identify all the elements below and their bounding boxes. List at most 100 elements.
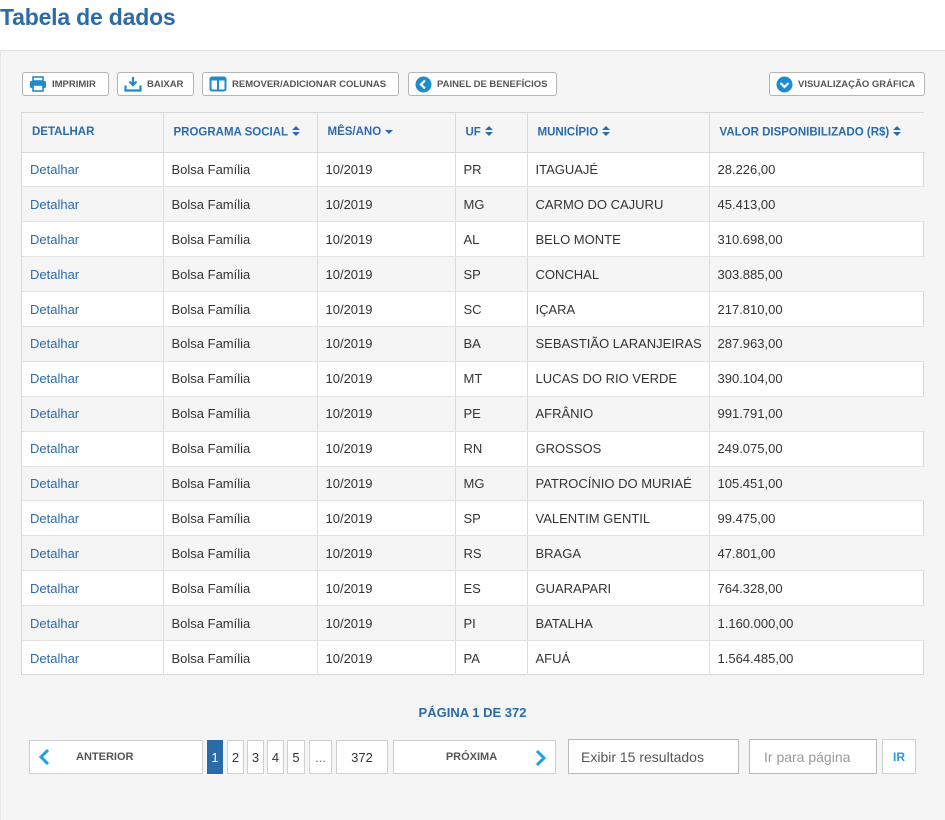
- next-page-button[interactable]: PRÓXIMA: [393, 740, 556, 774]
- municipality-cell: BRAGA: [527, 535, 710, 572]
- amount-cell: 310.698,00: [709, 221, 925, 258]
- go-to-page-field[interactable]: [749, 739, 877, 774]
- page-button-4[interactable]: 4: [267, 740, 284, 774]
- page-button-2[interactable]: 2: [227, 740, 244, 774]
- detail-link[interactable]: Detalhar: [22, 605, 164, 641]
- detail-link[interactable]: Detalhar: [22, 570, 164, 607]
- month-year-cell: 10/2019: [317, 221, 456, 258]
- amount-cell: 991.791,00: [709, 396, 925, 432]
- month-year-cell: 10/2019: [317, 361, 456, 397]
- month-year-cell: 10/2019: [317, 431, 456, 467]
- municipality-cell: IÇARA: [527, 291, 710, 327]
- amount-cell: 390.104,00: [709, 361, 925, 397]
- program-cell: Bolsa Família: [163, 152, 318, 188]
- table-row: Detalhar Bolsa Família 10/2019 PI BATALHA 1.1…: [22, 605, 925, 641]
- state-cell: BA: [455, 326, 528, 362]
- go-to-page-button[interactable]: IR: [882, 739, 916, 774]
- detail-link[interactable]: Detalhar: [22, 431, 164, 467]
- municipality-cell: GROSSOS: [527, 431, 710, 467]
- chevron-right-icon: [535, 749, 547, 767]
- municipality-cell: LUCAS DO RIO VERDE: [527, 361, 710, 397]
- page-title: Tabela de dados: [0, 4, 176, 30]
- month-year-cell: 10/2019: [317, 152, 456, 188]
- amount-cell: 249.075,00: [709, 431, 925, 467]
- download-icon: [124, 76, 142, 92]
- chart-view-button[interactable]: VISUALIZAÇÃO GRÁFICA: [769, 72, 925, 96]
- detail-link[interactable]: Detalhar: [22, 396, 164, 432]
- columns-icon: [209, 76, 227, 92]
- state-cell: AL: [455, 221, 528, 258]
- program-cell: Bolsa Família: [163, 186, 318, 223]
- table-row: Detalhar Bolsa Família 10/2019 MG PATROCÍNIO…: [22, 466, 925, 502]
- program-cell: Bolsa Família: [163, 570, 318, 607]
- download-button[interactable]: BAIXAR: [117, 72, 194, 96]
- column-header-uf[interactable]: UF: [455, 113, 528, 153]
- go-to-page-input[interactable]: [762, 747, 864, 766]
- column-header-valor[interactable]: VALOR DISPONIBILIZADO (R$): [709, 113, 925, 153]
- previous-page-button[interactable]: ANTERIOR: [29, 740, 203, 774]
- state-cell: PI: [455, 605, 528, 641]
- table-row: Detalhar Bolsa Família 10/2019 ES GUARAPARI 7…: [22, 570, 925, 607]
- amount-cell: 28.226,00: [709, 152, 925, 188]
- page-button-5[interactable]: 5: [287, 740, 305, 774]
- amount-cell: 1.160.000,00: [709, 605, 925, 641]
- sort-icon: [893, 125, 902, 139]
- month-year-cell: 10/2019: [317, 535, 456, 572]
- table-row: Detalhar Bolsa Família 10/2019 SP VALENTIM G…: [22, 500, 925, 537]
- state-cell: PE: [455, 396, 528, 432]
- column-header-mes-ano[interactable]: MÊS/ANO: [317, 113, 456, 153]
- chevron-down-circle-icon: [776, 76, 793, 93]
- program-cell: Bolsa Família: [163, 361, 318, 397]
- table-row: Detalhar Bolsa Família 10/2019 SP CONCHAL 303…: [22, 256, 925, 293]
- state-cell: MG: [455, 466, 528, 502]
- detail-link[interactable]: Detalhar: [22, 466, 164, 502]
- program-cell: Bolsa Família: [163, 466, 318, 502]
- toggle-columns-button[interactable]: REMOVER/ADICIONAR COLUNAS: [202, 72, 399, 96]
- month-year-cell: 10/2019: [317, 396, 456, 432]
- detail-link[interactable]: Detalhar: [22, 361, 164, 397]
- amount-cell: 303.885,00: [709, 256, 925, 293]
- page-button-1[interactable]: 1: [207, 740, 223, 774]
- table-row: Detalhar Bolsa Família 10/2019 BA SEBASTIÃO …: [22, 326, 925, 362]
- municipality-cell: ITAGUAJÉ: [527, 152, 710, 188]
- month-year-cell: 10/2019: [317, 640, 456, 676]
- print-button[interactable]: IMPRIMIR: [22, 72, 109, 96]
- detail-link[interactable]: Detalhar: [22, 256, 164, 293]
- detail-link[interactable]: Detalhar: [22, 500, 164, 537]
- state-cell: PR: [455, 152, 528, 188]
- table-row: Detalhar Bolsa Família 10/2019 PE AFRÂNIO 991…: [22, 396, 925, 432]
- municipality-cell: CONCHAL: [527, 256, 710, 293]
- detail-link[interactable]: Detalhar: [22, 186, 164, 223]
- benefits-panel-button[interactable]: PAINEL DE BENEFÍCIOS: [408, 72, 557, 96]
- data-table: DETALHAR PROGRAMA SOCIAL MÊS/ANO UF MUNI…: [21, 112, 925, 676]
- detail-link[interactable]: Detalhar: [22, 640, 164, 676]
- toggle-columns-label: REMOVER/ADICIONAR COLUNAS: [232, 78, 387, 90]
- detail-link[interactable]: Detalhar: [22, 291, 164, 327]
- table-row: Detalhar Bolsa Família 10/2019 MG CARMO DO C…: [22, 186, 925, 223]
- detail-link[interactable]: Detalhar: [22, 152, 164, 188]
- table-row: Detalhar Bolsa Família 10/2019 MT LUCAS DO R…: [22, 361, 925, 397]
- column-header-detalhar: DETALHAR: [22, 113, 164, 153]
- column-header-municipio[interactable]: MUNICÍPIO: [527, 113, 710, 153]
- page-button-last[interactable]: 372: [336, 740, 388, 774]
- column-header-programa-social[interactable]: PROGRAMA SOCIAL: [163, 113, 318, 153]
- program-cell: Bolsa Família: [163, 640, 318, 676]
- page-button-3[interactable]: 3: [247, 740, 264, 774]
- state-cell: PA: [455, 640, 528, 676]
- municipality-cell: CARMO DO CAJURU: [527, 186, 710, 223]
- detail-link[interactable]: Detalhar: [22, 221, 164, 258]
- detail-link[interactable]: Detalhar: [22, 326, 164, 362]
- month-year-cell: 10/2019: [317, 500, 456, 537]
- program-cell: Bolsa Família: [163, 535, 318, 572]
- state-cell: MT: [455, 361, 528, 397]
- table-row: Detalhar Bolsa Família 10/2019 RS BRAGA 47.80…: [22, 535, 925, 572]
- results-per-page-select[interactable]: Exibir 15 resultados: [568, 739, 739, 774]
- detail-link[interactable]: Detalhar: [22, 535, 164, 572]
- month-year-cell: 10/2019: [317, 466, 456, 502]
- print-label: IMPRIMIR: [52, 78, 96, 90]
- month-year-cell: 10/2019: [317, 570, 456, 607]
- printer-icon: [29, 76, 47, 92]
- benefits-panel-label: PAINEL DE BENEFÍCIOS: [437, 78, 548, 90]
- page-ellipsis: ...: [309, 740, 332, 774]
- amount-cell: 99.475,00: [709, 500, 925, 537]
